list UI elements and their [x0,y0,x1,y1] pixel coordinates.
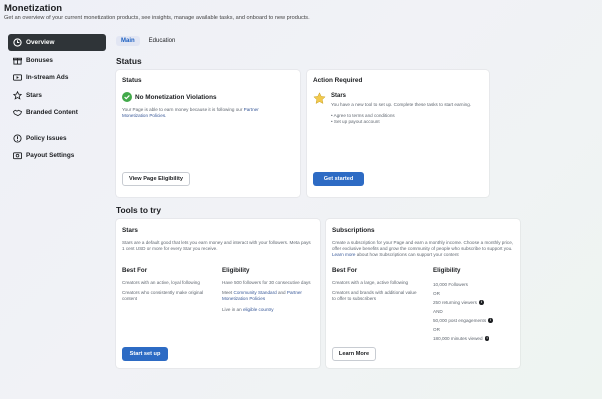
action-product-title: Stars [331,93,347,99]
sidebar-item-branded-content[interactable]: Branded Content [8,104,106,121]
sidebar-item-label: Bonuses [26,56,53,64]
payout-icon [12,151,22,161]
eligibility-connector: OR [433,327,440,332]
tab-education[interactable]: Education [144,36,181,46]
violation-title: No Monetization Violations [135,93,217,101]
tab-main[interactable]: Main [116,36,140,46]
sidebar-item-overview[interactable]: Overview [8,34,106,51]
stars-best-for-heading: Best For [122,267,148,274]
best-for-item: Creators with an active, loyal following [122,280,200,285]
sidebar-item-payout-settings[interactable]: Payout Settings [8,147,106,164]
stars-eligibility-heading: Eligibility [222,267,250,274]
eligibility-text: Live in an [222,306,242,312]
best-for-item: Creators with a large, active following [332,280,409,285]
info-icon[interactable]: i [488,318,493,324]
video-icon [12,73,22,83]
description-text: about how Subscriptions can support your… [356,252,459,258]
eligibility-item: 250 returning viewers i [433,298,517,307]
eligibility-item: Live in an eligible country [222,307,316,313]
sidebar-item-stars[interactable]: Stars [8,87,106,104]
status-body-text: Your Page is able to earn money because … [122,107,243,112]
sidebar-item-label: Payout Settings [26,152,75,159]
best-for-item: Creators who consistently make original … [122,290,204,302]
eligibility-item: 50,000 post engagements i [433,316,517,325]
subscriptions-eligibility-heading: Eligibility [433,267,461,274]
eligibility-item: Have 500 followers for 30 consecutive da… [222,280,311,285]
info-icon[interactable]: i [479,300,484,306]
eligibility-text: 250 returning viewers [433,300,477,305]
task-text: Agree to terms and conditions [333,113,395,118]
eligibility-text: and [277,290,286,296]
sidebar: Overview Bonuses In-stream Ads Stars Bra… [8,34,106,165]
sidebar-item-policy-issues[interactable]: Policy Issues [8,130,106,147]
subscriptions-best-for-heading: Best For [332,267,358,274]
start-set-up-button[interactable]: Start set up [122,347,168,361]
eligibility-connector: OR [433,291,440,296]
subscriptions-tool-card: Subscriptions Create a subscription for … [326,219,520,368]
alert-icon [12,133,22,143]
stars-best-for-list: Creators with an active, loyal following… [122,280,214,303]
sidebar-item-label: Overview [26,39,55,46]
eligibility-text: 50,000 post engagements [433,318,487,323]
learn-more-link[interactable]: Learn more [332,252,356,257]
handshake-icon [12,108,22,118]
sidebar-item-label: Stars [26,91,42,99]
stars-tool-card: Stars Stars are a default good that lets… [116,219,320,368]
sidebar-item-label: Branded Content [26,109,78,116]
status-card-title: Status [122,77,142,84]
page-subtitle: Get an overview of your current monetiza… [4,15,310,21]
page-title: Monetization [4,3,63,14]
tools-heading: Tools to try [116,205,161,215]
eligibility-text: Meet [222,290,233,296]
tab-bar: Main Education [116,36,180,46]
task-item: • Set up payout account [331,119,380,125]
gift-icon [12,55,22,65]
stars-eligibility-list: Have 500 followers for 30 consecutive da… [222,280,316,313]
subscriptions-card-title: Subscriptions [332,227,375,234]
community-standard-link[interactable]: Community Standard [234,290,277,295]
sidebar-item-in-stream-ads[interactable]: In-stream Ads [8,69,106,86]
stars-card-title: Stars [122,227,138,234]
subscriptions-best-for-list: Creators with a large, active following … [332,280,418,303]
description-text: Create a subscription for your Page and … [332,240,514,252]
stars-description: Stars are a default good that lets you e… [122,240,311,252]
view-page-eligibility-button[interactable]: View Page Eligibility [122,172,190,186]
sidebar-item-label: In-stream Ads [26,74,69,81]
eligibility-text: 180,000 minutes viewed [433,336,483,341]
status-body: Your Page is able to earn money because … [122,107,272,119]
violation-row: No Monetization Violations [122,92,217,102]
subscriptions-eligibility-list: 10,000 Followers OR 250 returning viewer… [433,280,517,343]
check-circle-icon [122,92,132,102]
sidebar-item-label: Policy Issues [26,134,67,142]
eligible-country-link[interactable]: eligible country [243,307,274,312]
star-icon [12,90,22,100]
eligibility-connector: AND [433,309,443,314]
info-icon[interactable]: i [484,336,490,342]
sidebar-item-bonuses[interactable]: Bonuses [8,52,106,69]
best-for-item: Creators and brands with additional valu… [332,290,417,302]
action-task-list: • Agree to terms and conditions • Set up… [331,113,395,125]
action-card-title: Action Required [313,77,363,84]
eligibility-item: Meet Community Standard and Partner Mone… [222,290,316,302]
task-text: Set up payout account [333,119,380,125]
stars-badge-icon [313,92,326,104]
eligibility-item: 10,000 Followers [433,282,468,287]
action-body: You have a new tool to set up. Complete … [331,102,472,107]
get-started-button[interactable]: Get started [313,172,364,186]
status-heading: Status [116,56,142,66]
status-card: Status No Monetization Violations Your P… [116,70,300,197]
learn-more-button[interactable]: Learn More [332,347,376,361]
subscriptions-description: Create a subscription for your Page and … [332,240,516,259]
action-required-card: Action Required Stars You have a new too… [307,70,489,197]
clock-icon [12,38,22,48]
page-header: Monetization Get an overview of your cur… [4,3,310,22]
eligibility-item: 180,000 minutes viewed i [433,334,517,343]
